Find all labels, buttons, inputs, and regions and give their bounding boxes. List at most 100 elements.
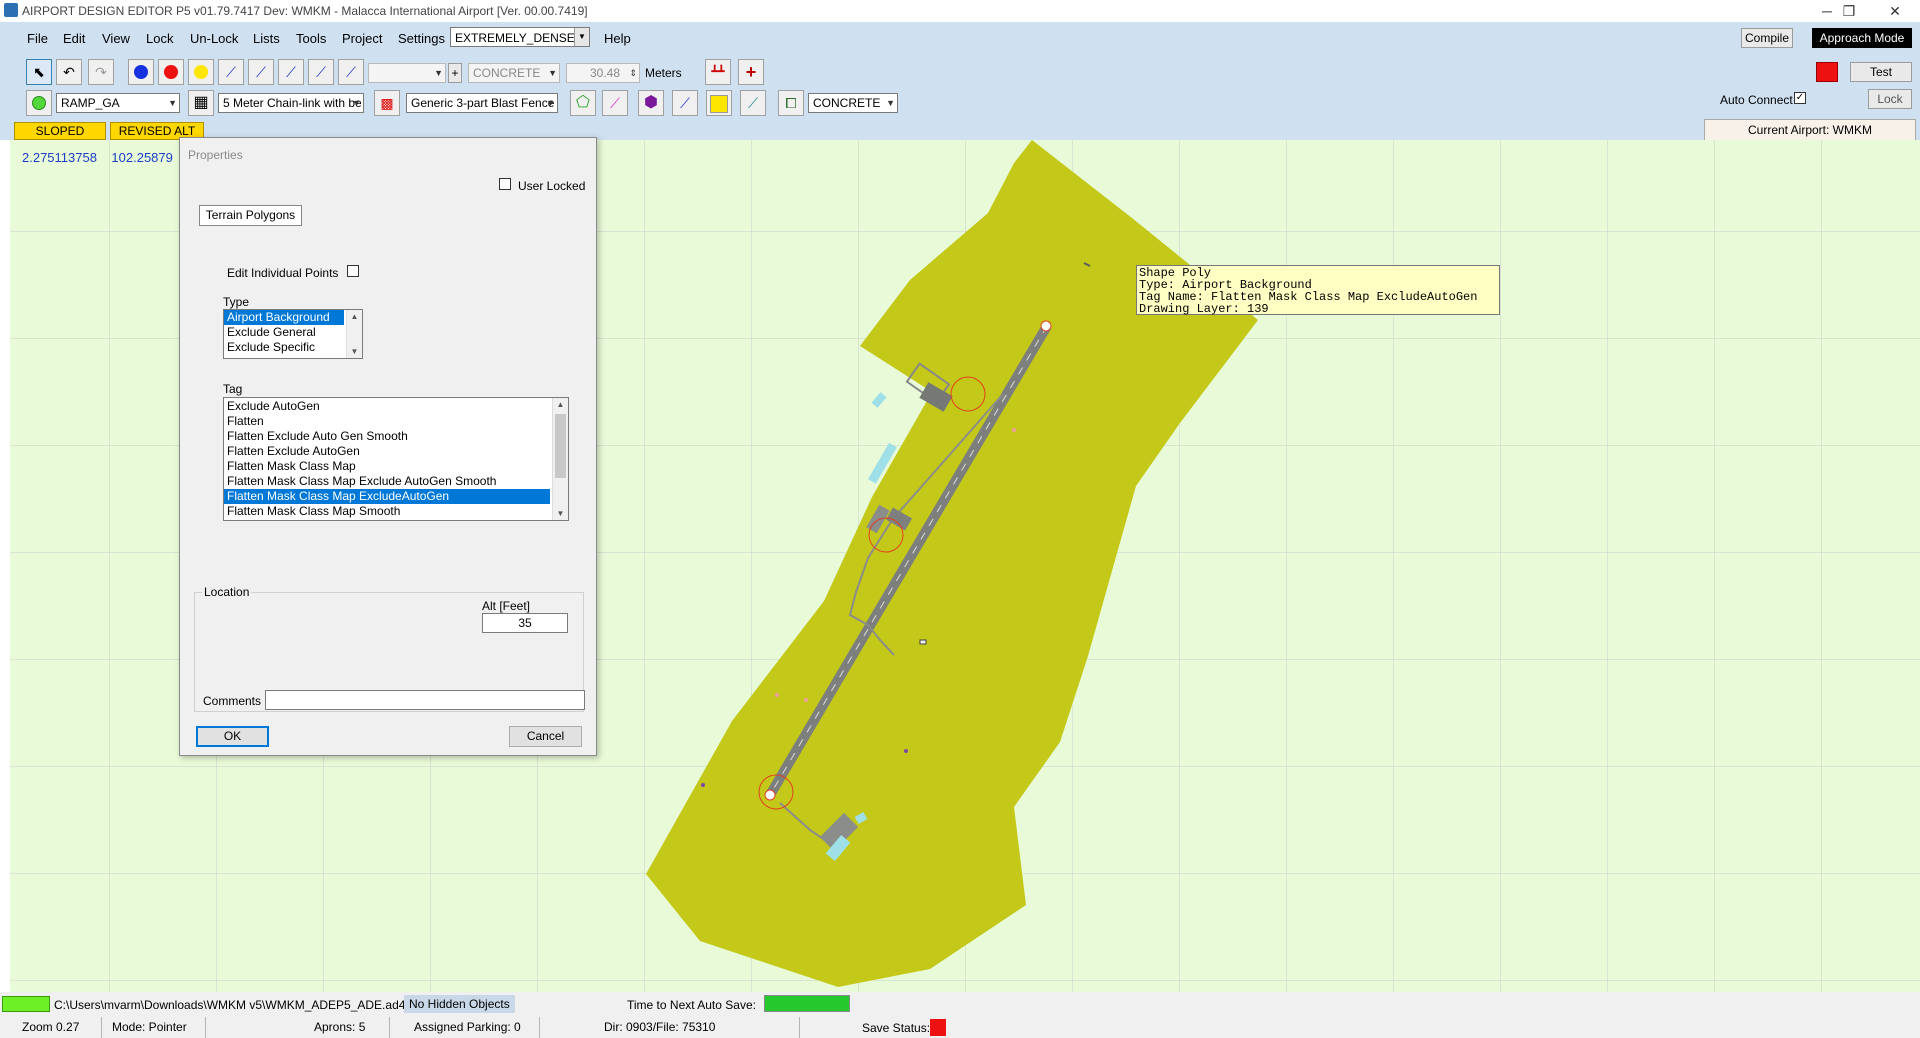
lock-button[interactable]: Lock	[1868, 89, 1912, 109]
edit-points-checkbox[interactable]	[347, 265, 359, 277]
tag-option[interactable]: Flatten Mask Class Map ExcludeAutoGen	[224, 489, 550, 504]
tag-option[interactable]: Flatten Exclude Auto Gen Smooth	[224, 429, 568, 444]
marker[interactable]	[701, 783, 705, 787]
ramp-type-select[interactable]: RAMP_GA ▼	[56, 93, 180, 113]
red-node-icon[interactable]	[158, 59, 184, 85]
apron-link-icon[interactable]: ⟋	[248, 59, 274, 85]
scroll-down-icon[interactable]: ▼	[347, 347, 362, 356]
menu-settings[interactable]: Settings	[398, 31, 445, 46]
fence-grid-icon[interactable]: ▦	[188, 90, 214, 116]
alt-input[interactable]: 35	[482, 613, 568, 633]
type-scrollbar[interactable]: ▲ ▼	[346, 310, 362, 358]
density-select[interactable]: EXTREMELY_DENSE ▼	[450, 27, 590, 47]
menu-lists[interactable]: Lists	[253, 31, 280, 46]
purple-hexagon-icon[interactable]: ⬢	[638, 90, 664, 116]
restore-icon[interactable]: ❐	[1826, 0, 1872, 22]
menu-edit[interactable]: Edit	[63, 31, 85, 46]
marker[interactable]	[1012, 428, 1016, 432]
file-path: C:\Users\mvarm\Downloads\WMKM v5\WMKM_AD…	[54, 998, 406, 1012]
ok-button[interactable]: OK	[196, 726, 269, 747]
blue-node-icon[interactable]	[128, 59, 154, 85]
tag-option[interactable]: Flatten Mask Class Map Smooth	[224, 504, 568, 519]
ramp-type-value: RAMP_GA	[61, 96, 120, 110]
surface-select[interactable]: CONCRETE ▼	[468, 63, 560, 83]
yellow-square-icon[interactable]	[706, 90, 732, 116]
sloped-button[interactable]: SLOPED	[14, 122, 106, 140]
menu-unlock[interactable]: Un-Lock	[190, 31, 238, 46]
menu-view[interactable]: View	[102, 31, 130, 46]
width-preset-select[interactable]: ▼	[368, 63, 446, 83]
type-listbox[interactable]: Airport Background Exclude General Exclu…	[223, 309, 363, 359]
surface-select-2[interactable]: CONCRETE ▼	[808, 93, 898, 113]
teal-line-icon[interactable]: ⟋	[740, 90, 766, 116]
compile-button[interactable]: Compile	[1741, 28, 1793, 48]
zoom-status: Zoom 0.27	[18, 1017, 102, 1038]
pointer-tool-button[interactable]: ⬉	[26, 59, 52, 85]
type-option[interactable]: Airport Background	[224, 310, 344, 325]
marker[interactable]	[775, 693, 779, 697]
menu-lock[interactable]: Lock	[146, 31, 173, 46]
scroll-down-icon[interactable]: ▼	[553, 509, 568, 518]
tooltip-line: Drawing Layer: 139	[1139, 302, 1269, 316]
small-object[interactable]	[919, 639, 927, 645]
test-button[interactable]: Test	[1850, 62, 1912, 82]
marker[interactable]	[804, 698, 808, 702]
fence-type-value: 5 Meter Chain-link with be	[223, 96, 362, 110]
menu-tools[interactable]: Tools	[296, 31, 326, 46]
auto-connect-checkbox[interactable]: ✓	[1794, 92, 1806, 104]
polygon-icon[interactable]: ⬠	[570, 90, 596, 116]
add-marker-icon[interactable]: +	[738, 59, 764, 85]
tag-scrollbar[interactable]: ▲ ▼	[552, 398, 568, 520]
runway-link-icon[interactable]: ⟋	[278, 59, 304, 85]
scroll-up-icon[interactable]: ▲	[347, 312, 362, 321]
ruler-icon[interactable]: ┻┻	[705, 59, 731, 85]
clock-icon[interactable]	[26, 90, 52, 116]
tag-option[interactable]: Flatten	[224, 414, 568, 429]
alt-label: Alt [Feet]	[482, 599, 531, 613]
cancel-button[interactable]: Cancel	[509, 726, 582, 747]
green-status-indicator	[2, 996, 50, 1012]
redo-icon[interactable]: ↷	[88, 59, 114, 85]
menu-project[interactable]: Project	[342, 31, 382, 46]
density-value: EXTREMELY_DENSE	[455, 31, 575, 45]
scroll-up-icon[interactable]: ▲	[553, 400, 568, 409]
autosave-progress-fill	[765, 996, 849, 1011]
menu-file[interactable]: File	[27, 31, 48, 46]
dialog-title: Properties	[188, 148, 243, 162]
menu-help[interactable]: Help	[604, 31, 631, 46]
blast-fence-select[interactable]: Generic 3-part Blast Fence ▼	[406, 93, 558, 113]
tag-label: Tag	[223, 382, 243, 396]
undo-icon[interactable]: ↶	[56, 59, 82, 85]
connector-link-icon[interactable]: ⟋	[308, 59, 334, 85]
edit-points-label: Edit Individual Points	[227, 266, 339, 280]
fence-type-select[interactable]: 5 Meter Chain-link with be ▼	[218, 93, 364, 113]
tag-option[interactable]: Flatten Exclude AutoGen	[224, 444, 568, 459]
comments-input[interactable]	[265, 690, 585, 710]
close-icon[interactable]: ✕	[1872, 0, 1918, 22]
type-option[interactable]: Exclude General	[224, 325, 362, 340]
yellow-node-icon[interactable]	[188, 59, 214, 85]
tag-option[interactable]: Exclude AutoGen	[224, 399, 568, 414]
auto-connect-label: Auto Connect	[1720, 93, 1793, 107]
blast-fence-icon[interactable]: ▩	[374, 90, 400, 116]
tag-listbox[interactable]: Exclude AutoGen Flatten Flatten Exclude …	[223, 397, 569, 521]
width-input[interactable]: 30.48 ⇕	[566, 63, 640, 83]
terrain-polygons-button[interactable]: Terrain Polygons	[199, 205, 302, 226]
hidden-objects-badge[interactable]: No Hidden Objects	[404, 995, 515, 1013]
runway-threshold-south[interactable]	[764, 789, 776, 801]
add-width-button[interactable]: +	[448, 63, 462, 83]
runway-threshold-north[interactable]	[1040, 320, 1052, 332]
type-option[interactable]: Exclude Specific	[224, 340, 362, 355]
approach-mode-button[interactable]: Approach Mode	[1812, 28, 1912, 48]
vehicle-link-icon[interactable]: ⟋	[338, 59, 364, 85]
marker[interactable]	[904, 749, 908, 753]
scroll-thumb[interactable]	[555, 414, 566, 478]
magenta-line-icon[interactable]: ⟋	[602, 90, 628, 116]
gate-line-icon[interactable]: ⟋	[672, 90, 698, 116]
aprons-status: Aprons: 5	[310, 1017, 390, 1038]
tag-option[interactable]: Flatten Mask Class Map Exclude AutoGen S…	[224, 474, 568, 489]
select-box-icon[interactable]: ⧠	[778, 90, 804, 116]
tag-option[interactable]: Flatten Mask Class Map	[224, 459, 568, 474]
taxiway-link-icon[interactable]: ⟋	[218, 59, 244, 85]
user-locked-checkbox[interactable]	[499, 178, 511, 190]
